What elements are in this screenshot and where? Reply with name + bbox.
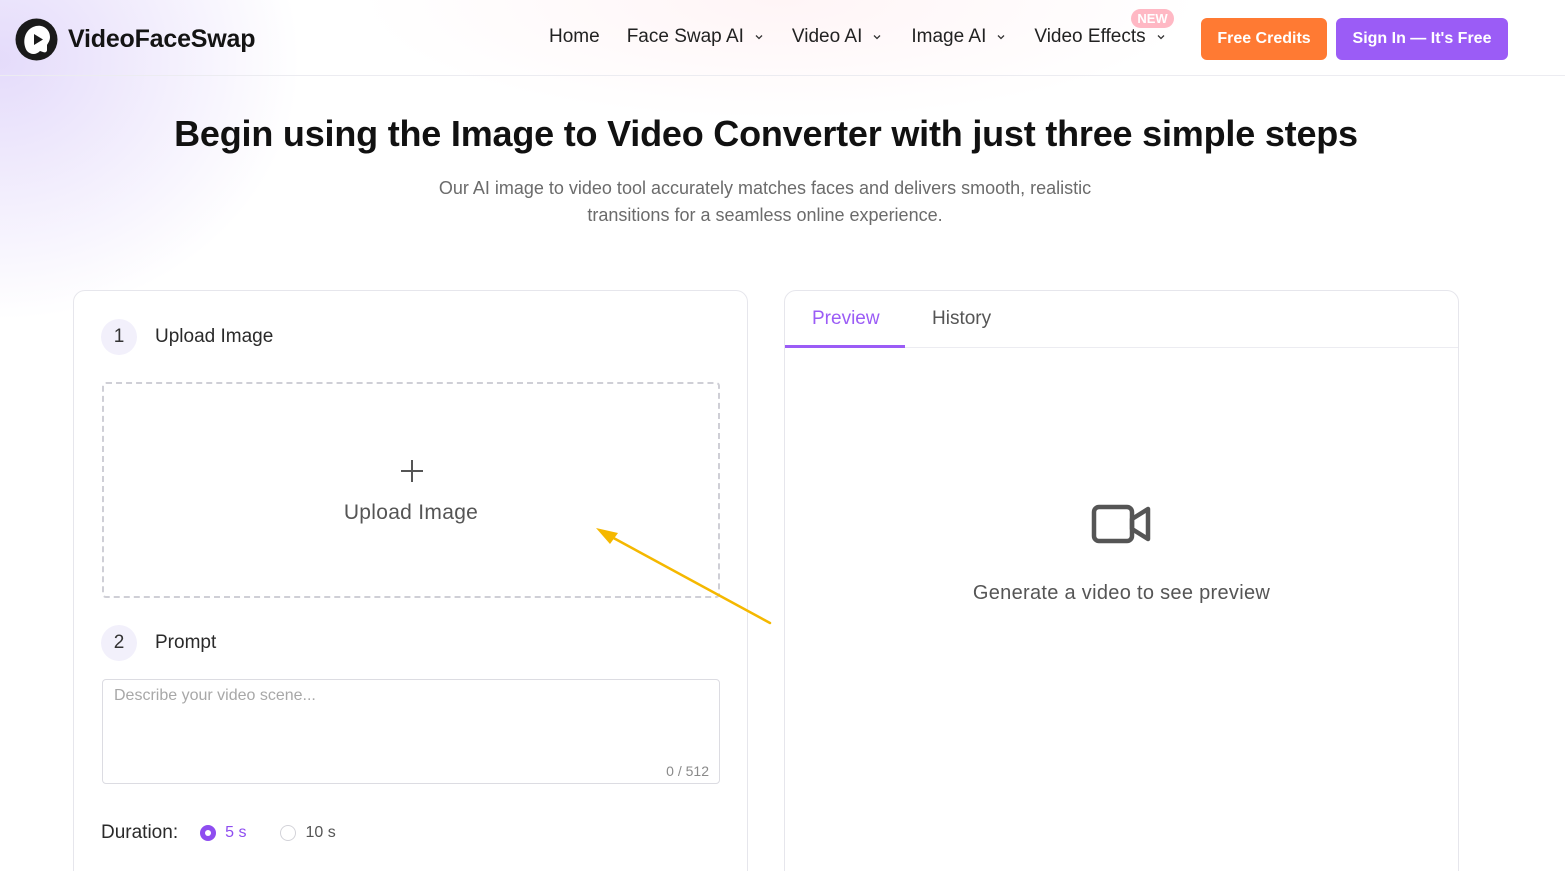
new-badge: NEW: [1131, 9, 1174, 28]
nav-face-swap-ai-label: Face Swap AI: [626, 26, 744, 47]
nav-video-effects-label: Video Effects: [1034, 26, 1146, 47]
upload-image-dropzone[interactable]: Upload Image: [102, 382, 720, 598]
chevron-down-icon: [997, 35, 1005, 40]
duration-option-label: 5 s: [225, 824, 247, 841]
tab-history[interactable]: History: [932, 308, 991, 330]
page-subtitle: Our AI image to video tool accurately ma…: [395, 175, 1135, 229]
plus-icon: [401, 460, 423, 482]
nav-home-label: Home: [549, 26, 600, 47]
brand-logo-icon: [15, 18, 58, 61]
top-navbar: VideoFaceSwap Home Face Swap AI Video AI…: [0, 0, 1565, 76]
brand-logo[interactable]: VideoFaceSwap: [14, 17, 255, 62]
duration-option-label: 10 s: [305, 824, 336, 841]
prompt-field-wrapper: 0 / 512: [102, 679, 720, 784]
video-camera-icon: [1091, 504, 1151, 544]
input-panel: 1 Upload Image Upload Image 2 Prompt 0 /…: [73, 290, 748, 871]
step-number-badge: 2: [101, 625, 137, 661]
free-credits-button[interactable]: Free Credits: [1201, 18, 1327, 60]
preview-empty-message: Generate a video to see preview: [972, 582, 1271, 604]
tab-preview[interactable]: Preview: [812, 308, 880, 330]
chevron-down-icon: [1157, 35, 1165, 40]
sign-in-button[interactable]: Sign In — It's Free: [1336, 18, 1508, 60]
step-number-badge: 1: [101, 319, 137, 355]
duration-option-10s[interactable]: 10 s: [280, 824, 336, 842]
main-nav: Home Face Swap AI Video AI Image AI Vide…: [549, 9, 1174, 48]
radio-unselected-icon: [280, 825, 297, 841]
step-label: Upload Image: [155, 326, 274, 347]
active-tab-indicator: [785, 345, 905, 348]
duration-selector: Duration: 5 s 10 s: [101, 822, 370, 844]
nav-video-ai[interactable]: Video AI: [792, 26, 882, 48]
nav-video-effects[interactable]: Video Effects NEW: [1034, 9, 1174, 48]
page-subtitle-line-2: transitions for a seamless online experi…: [587, 205, 943, 225]
chevron-down-icon: [755, 35, 763, 40]
step-upload-image: 1 Upload Image: [101, 319, 273, 355]
nav-image-ai-label: Image AI: [911, 26, 987, 47]
chevron-down-icon: [873, 35, 881, 40]
page-subtitle-line-1: Our AI image to video tool accurately ma…: [438, 178, 1092, 198]
step-label: Prompt: [155, 632, 217, 653]
brand-name: VideoFaceSwap: [68, 25, 256, 53]
page-title: Begin using the Image to Video Converter…: [174, 113, 1358, 154]
upload-image-label: Upload Image: [343, 501, 479, 524]
radio-selected-icon: [200, 825, 217, 841]
nav-video-ai-label: Video AI: [791, 26, 863, 47]
nav-face-swap-ai[interactable]: Face Swap AI: [627, 26, 764, 48]
nav-image-ai[interactable]: Image AI: [911, 26, 1006, 48]
preview-panel: Preview History Generate a video to see …: [784, 290, 1459, 871]
nav-home[interactable]: Home: [549, 26, 600, 48]
preview-tabs: Preview History: [785, 291, 1458, 348]
step-prompt: 2 Prompt: [101, 625, 216, 661]
duration-label: Duration:: [101, 822, 179, 843]
prompt-char-count: 0 / 512: [666, 763, 709, 779]
prompt-textarea[interactable]: [103, 680, 719, 783]
duration-option-5s[interactable]: 5 s: [200, 824, 246, 842]
